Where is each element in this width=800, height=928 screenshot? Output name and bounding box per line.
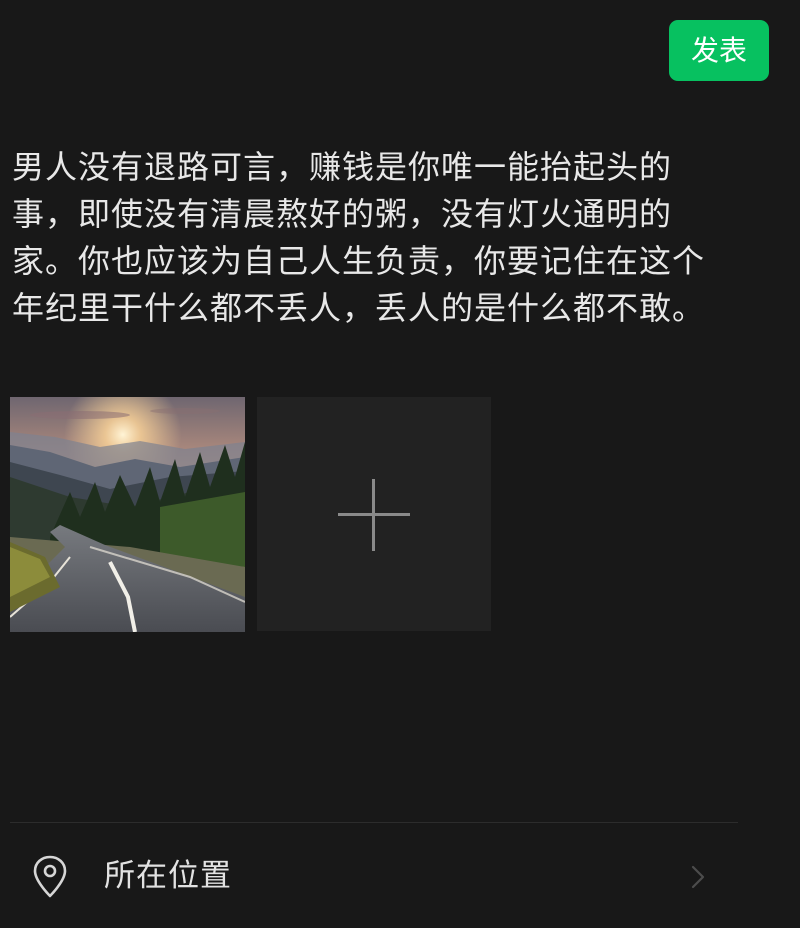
location-label: 所在位置 xyxy=(104,858,232,894)
post-text-line: 事，即使没有清晨熬好的粥，没有灯火通明的 xyxy=(12,195,673,233)
chevron-right-icon xyxy=(691,865,705,889)
location-pin-icon xyxy=(33,855,67,898)
post-text[interactable]: 男人没有退路可言，赚钱是你唯一能抬起头的 事，即使没有清晨熬好的粥，没有灯火通明… xyxy=(12,144,742,332)
publish-button[interactable]: 发表 xyxy=(669,20,769,81)
post-text-line: 年纪里干什么都不丢人，丢人的是什么都不敢。 xyxy=(12,289,706,327)
divider xyxy=(10,822,738,823)
post-text-line: 男人没有退路可言，赚钱是你唯一能抬起头的 xyxy=(12,148,673,186)
attached-image-thumbnail[interactable] xyxy=(10,397,245,632)
post-text-line: 家。你也应该为自己人生负责，你要记住在这个 xyxy=(12,242,706,280)
add-image-button[interactable] xyxy=(257,397,491,631)
location-row[interactable]: 所在位置 xyxy=(0,830,740,925)
sunset-mountain-road-photo xyxy=(10,397,245,632)
